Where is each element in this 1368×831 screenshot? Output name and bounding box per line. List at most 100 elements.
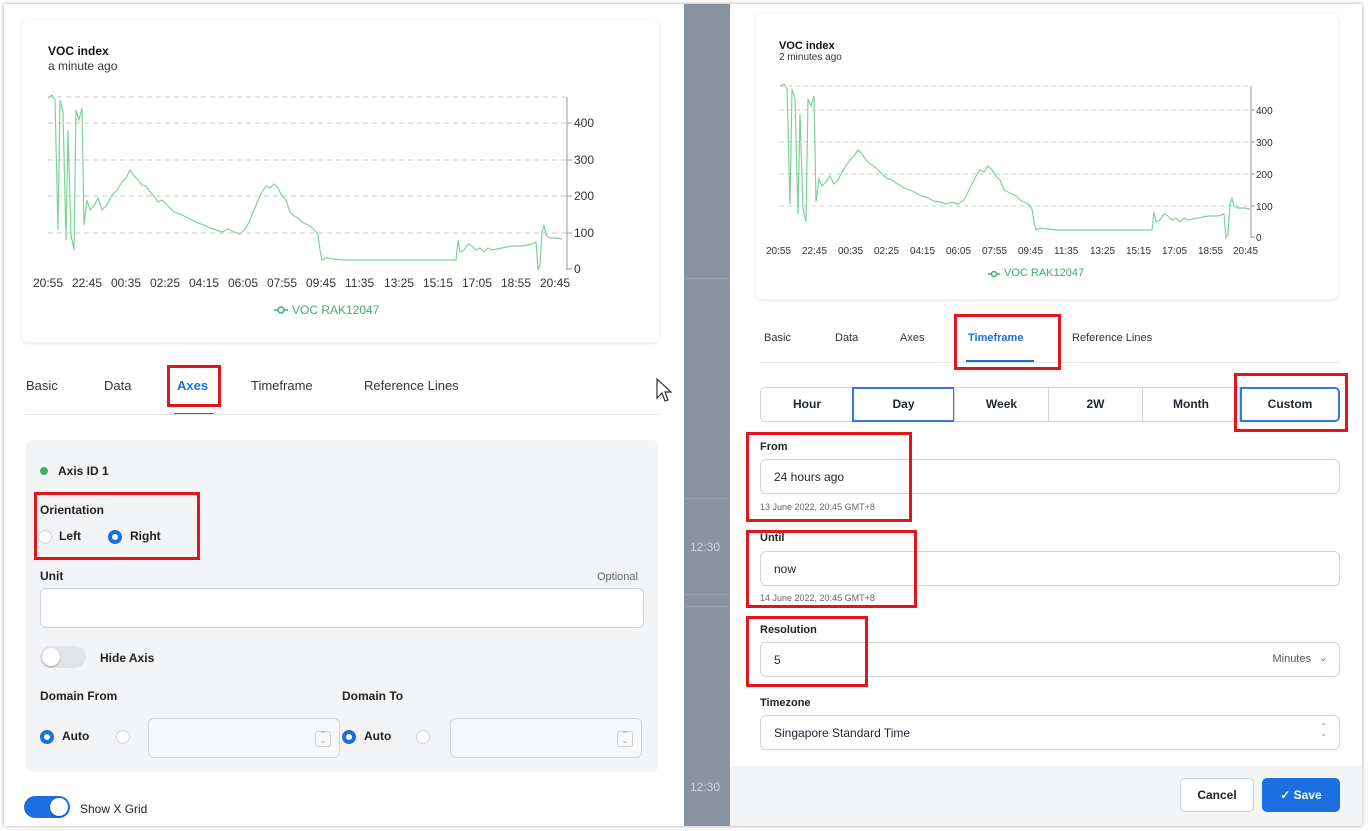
unit-label: Unit: [40, 569, 64, 583]
voc-series-line: [47, 94, 563, 271]
timeframe-day-button[interactable]: Day: [852, 387, 955, 422]
domain-to-custom-radio[interactable]: [416, 730, 430, 744]
x-tick-label: 09:45: [306, 276, 336, 290]
strip-time-label: 12:30: [690, 540, 721, 554]
cancel-button[interactable]: Cancel: [1180, 778, 1254, 812]
timeframe-month-button[interactable]: Month: [1142, 387, 1240, 422]
tab-data[interactable]: Data: [835, 332, 858, 344]
domain-from-auto-radio[interactable]: [40, 730, 54, 744]
right-panel: VOC index 2 minutes ago 400 300 200 100 …: [730, 4, 1362, 826]
x-tick-label: 20:45: [1233, 246, 1258, 257]
chevron-down-icon[interactable]: ⌄: [1319, 651, 1328, 664]
y-tick-label: 0: [574, 262, 581, 276]
hide-axis-label: Hide Axis: [100, 651, 155, 665]
save-button[interactable]: ✓ Save: [1262, 778, 1340, 812]
x-tick-label: 11:35: [345, 276, 374, 290]
y-tick-label: 100: [1256, 202, 1273, 213]
stepper-icon[interactable]: ⌃ ⌄: [315, 731, 331, 747]
x-tick-label: 00:35: [111, 276, 141, 290]
unit-input[interactable]: [40, 588, 644, 628]
domain-from-input[interactable]: ⌃ ⌄: [148, 718, 340, 758]
toggle-knob: [50, 798, 68, 816]
domain-to-label: Domain To: [342, 689, 404, 703]
save-button-label: Save: [1293, 788, 1322, 802]
unit-optional-hint: Optional: [597, 571, 638, 583]
legend-marker-icon: [274, 306, 288, 314]
mouse-cursor-icon: [656, 378, 672, 402]
timeframe-hour-button[interactable]: Hour: [760, 387, 854, 422]
strip-time-label: 12:30: [690, 780, 721, 794]
x-tick-label: 09:45: [1018, 246, 1043, 257]
y-tick-label: 300: [1256, 138, 1273, 149]
tab-data[interactable]: Data: [104, 378, 131, 393]
y-tick-label: 0: [1256, 233, 1262, 244]
domain-from-auto-label[interactable]: Auto: [62, 729, 89, 743]
select-stepper-icon[interactable]: ⌃ ⌄: [1320, 723, 1327, 738]
highlight-box-from: [746, 432, 912, 522]
highlight-box-axes-tab: [167, 365, 221, 407]
tab-reference-lines[interactable]: Reference Lines: [1072, 332, 1152, 344]
timeframe-week-button[interactable]: Week: [954, 387, 1049, 422]
x-tick-label: 07:55: [267, 276, 297, 290]
y-tick-label: 400: [574, 116, 594, 130]
highlight-box-timeframe-tab: [954, 314, 1061, 370]
y-tick-label: 400: [1256, 106, 1273, 117]
left-panel: VOC index a minute ago 400 300 200 100 0…: [4, 4, 684, 826]
x-tick-label: 02:25: [150, 276, 180, 290]
x-tick-label: 06:05: [228, 276, 258, 290]
domain-to-auto-radio[interactable]: [342, 730, 356, 744]
show-x-grid-toggle[interactable]: [24, 796, 70, 818]
axis-settings-card: Axis ID 1 Orientation Left Right Unit Op…: [26, 440, 658, 772]
x-tick-label: 15:15: [1126, 246, 1151, 257]
x-axis-ticks: 20:55 22:45 00:35 02:25 04:15 06:05 07:5…: [766, 246, 1258, 257]
chart-legend-label[interactable]: VOC RAK12047: [1004, 267, 1084, 279]
settings-tabs: Basic Data Axes Timeframe Reference Line…: [4, 374, 664, 418]
strip-line: [684, 498, 730, 499]
domain-from-custom-radio[interactable]: [116, 730, 130, 744]
x-tick-label: 20:45: [540, 276, 570, 290]
y-axis-ticks: 400 300 200 100 0: [567, 116, 594, 276]
highlight-box-until: [746, 530, 917, 608]
domain-to-input[interactable]: ⌃ ⌄: [450, 718, 642, 758]
tab-timeframe[interactable]: Timeframe: [251, 378, 313, 393]
resolution-unit-select[interactable]: Minutes: [1272, 653, 1311, 665]
domain-to-auto-label[interactable]: Auto: [364, 729, 391, 743]
dialog-footer: Cancel ✓ Save: [730, 766, 1362, 826]
x-axis-ticks: 20:55 22:45 00:35 02:25 04:15 06:05 07:5…: [33, 276, 570, 290]
timezone-label: Timezone: [760, 697, 811, 709]
x-tick-label: 18:55: [501, 276, 531, 290]
x-tick-label: 18:55: [1198, 246, 1223, 257]
chart-gridlines: [780, 85, 1251, 207]
strip-line: [684, 606, 730, 607]
x-tick-label: 22:45: [72, 276, 102, 290]
x-tick-label: 20:55: [33, 276, 63, 290]
x-tick-label: 06:05: [946, 246, 971, 257]
voc-line-chart: 400 300 200 100 0 20:55 22:45 00:35 02:2…: [766, 83, 1273, 278]
x-tick-label: 07:55: [982, 246, 1007, 257]
x-tick-label: 04:15: [910, 246, 935, 257]
background-strip: 12:30 12:30: [684, 4, 730, 826]
toggle-knob: [42, 648, 60, 666]
highlight-box-resolution: [746, 616, 868, 687]
voc-series-line: [779, 83, 1251, 241]
stepper-icon[interactable]: ⌃ ⌄: [617, 731, 633, 747]
chart-legend-label[interactable]: VOC RAK12047: [292, 303, 379, 317]
x-tick-label: 11:35: [1054, 246, 1079, 257]
x-tick-label: 13:25: [384, 276, 414, 290]
strip-line: [684, 594, 730, 595]
timezone-select[interactable]: Singapore Standard Time ⌃ ⌄: [760, 715, 1340, 750]
highlight-box-orientation: [34, 492, 200, 560]
x-tick-label: 22:45: [802, 246, 827, 257]
timeframe-2w-button[interactable]: 2W: [1048, 387, 1143, 422]
tab-basic[interactable]: Basic: [764, 332, 791, 344]
tab-reference-lines[interactable]: Reference Lines: [364, 378, 459, 393]
y-tick-label: 200: [1256, 170, 1273, 181]
axis-status-dot: [40, 467, 48, 475]
legend-marker-icon: [988, 270, 1000, 278]
x-tick-label: 20:55: [766, 246, 791, 257]
tab-basic[interactable]: Basic: [26, 378, 58, 393]
hide-axis-toggle[interactable]: [40, 646, 86, 668]
show-x-grid-label: Show X Grid: [80, 802, 148, 816]
tab-axes[interactable]: Axes: [900, 332, 924, 344]
tabs-divider: [26, 414, 661, 415]
